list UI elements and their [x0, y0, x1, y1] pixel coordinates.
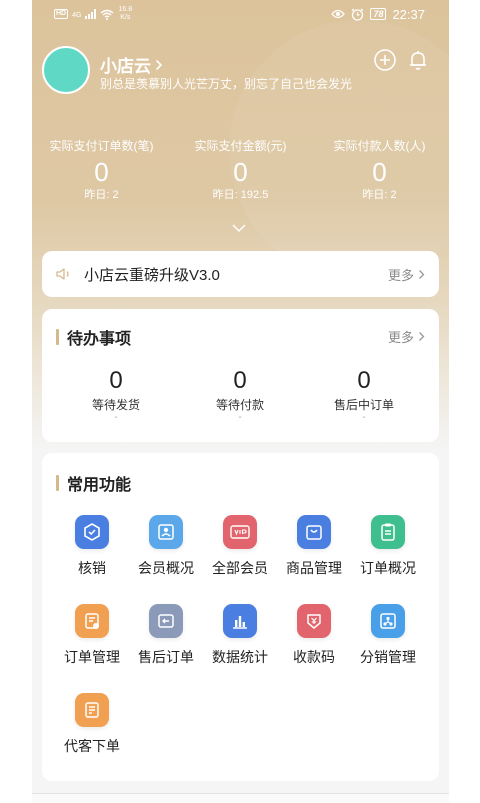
func-label: 订单概况	[360, 560, 416, 576]
func-all-members[interactable]: 全部会员	[204, 515, 276, 577]
chevron-right-icon	[155, 59, 163, 70]
todo-sub: -	[114, 412, 118, 423]
goods-bag-icon	[297, 515, 331, 549]
add-icon[interactable]	[373, 48, 397, 72]
func-distribution-manage[interactable]: 分销管理	[352, 604, 424, 666]
status-right: 78 22:37	[331, 7, 425, 22]
shop-name: 小店云	[100, 57, 151, 76]
func-label: 全部会员	[212, 560, 268, 576]
alarm-icon	[352, 8, 364, 21]
todo-sub: -	[238, 412, 242, 423]
chevron-right-icon	[419, 269, 425, 279]
more-label: 更多	[387, 330, 414, 345]
stat-paid-orders[interactable]: 实际支付订单数(笔) 0 昨日: 2	[32, 138, 171, 202]
stat-paid-amount[interactable]: 实际支付金额(元) 0 昨日: 192.5	[171, 138, 310, 202]
bottom-tab-bar	[32, 793, 449, 803]
shop-motto: 别总是羡慕别人光芒万丈，别忘了自己也会发光	[100, 77, 353, 91]
stat-label: 实际付款人数(人)	[333, 139, 426, 153]
stat-value: 0	[233, 157, 248, 187]
todo-label: 等待付款	[215, 398, 264, 412]
chevron-down-icon[interactable]	[230, 222, 248, 234]
func-member-overview[interactable]: 会员概况	[130, 515, 202, 577]
todo-more-link[interactable]: 更多	[388, 327, 425, 346]
member-overview-icon	[149, 515, 183, 549]
functions-card: 常用功能 核销 会员概况 全部会员 商品管理 订单概况 订单管理 售后订单 数据…	[42, 453, 439, 781]
func-goods-manage[interactable]: 商品管理	[278, 515, 350, 577]
func-label: 商品管理	[286, 560, 342, 576]
announcement-bar[interactable]: 小店云重磅升级V3.0 更多	[42, 251, 439, 297]
announcement-text: 小店云重磅升级V3.0	[84, 266, 220, 284]
app-screen: HD 4G 16.8 K/s 78 22:37 小店云 别总是羡慕别人光芒万丈，…	[32, 0, 449, 803]
stat-value: 0	[372, 157, 387, 187]
functions-title: 常用功能	[67, 477, 132, 494]
more-label: 更多	[387, 267, 414, 283]
chevron-right-icon	[419, 332, 425, 341]
func-label: 代客下单	[64, 738, 120, 754]
battery-icon: 78	[370, 8, 387, 20]
todo-label: 售后中订单	[333, 398, 394, 412]
stat-label: 实际支付金额(元)	[194, 139, 287, 153]
func-verify[interactable]: 核销	[56, 515, 128, 577]
func-label: 分销管理	[360, 649, 416, 665]
order-overview-icon	[371, 515, 405, 549]
avatar[interactable]	[42, 46, 90, 94]
status-bar: HD 4G 16.8 K/s 78 22:37	[32, 0, 449, 28]
distribution-icon	[371, 604, 405, 638]
sales-stats: 实际支付订单数(笔) 0 昨日: 2 实际支付金额(元) 0 昨日: 192.5…	[32, 138, 449, 210]
proxy-order-icon	[75, 693, 109, 727]
title-accent-bar	[56, 475, 59, 491]
wifi-icon	[101, 9, 114, 20]
announcement-more-link[interactable]: 更多	[388, 265, 425, 284]
func-label: 收款码	[293, 649, 335, 665]
func-label: 售后订单	[138, 649, 194, 665]
network-type: 4G	[72, 12, 82, 19]
speed-value: 16.8	[118, 6, 133, 13]
func-payment-code[interactable]: 收款码	[278, 604, 350, 666]
todo-label: 等待发货	[91, 398, 140, 412]
func-order-manage[interactable]: 订单管理	[56, 604, 128, 666]
todo-after-sale[interactable]: 0 售后中订单 -	[298, 367, 430, 423]
func-data-statistics[interactable]: 数据统计	[204, 604, 276, 666]
network-speed: 16.8 K/s	[118, 6, 132, 22]
todo-title: 待办事项	[67, 331, 132, 348]
stat-yesterday: 昨日: 2	[362, 189, 397, 201]
payment-code-icon	[297, 604, 331, 638]
todo-sub: -	[362, 412, 366, 423]
stat-label: 实际支付订单数(笔)	[49, 139, 154, 153]
clock: 22:37	[392, 6, 425, 22]
stat-value: 0	[94, 157, 109, 187]
hd-badge: HD	[54, 9, 69, 19]
func-label: 会员概况	[138, 560, 194, 576]
after-sale-icon	[149, 604, 183, 638]
functions-header: 常用功能	[56, 471, 131, 495]
todo-count: 0	[357, 367, 371, 394]
stat-yesterday: 昨日: 192.5	[212, 189, 269, 201]
title-accent-bar	[56, 329, 59, 345]
todo-header: 待办事项	[56, 325, 131, 349]
verify-icon	[75, 515, 109, 549]
func-label: 订单管理	[64, 649, 120, 665]
stat-yesterday: 昨日: 2	[84, 189, 119, 201]
signal-icon	[85, 9, 97, 19]
func-proxy-order[interactable]: 代客下单	[56, 693, 128, 755]
todo-awaiting-shipment[interactable]: 0 等待发货 -	[50, 367, 182, 423]
speed-unit: K/s	[120, 14, 131, 21]
todo-count: 0	[109, 367, 123, 394]
func-order-overview[interactable]: 订单概况	[352, 515, 424, 577]
func-label: 核销	[78, 560, 106, 576]
func-after-sale-orders[interactable]: 售后订单	[130, 604, 202, 666]
vip-card-icon	[223, 515, 257, 549]
stat-paying-customers[interactable]: 实际付款人数(人) 0 昨日: 2	[310, 138, 449, 202]
bell-icon[interactable]	[406, 48, 430, 72]
todo-card: 待办事项 更多 0 等待发货 - 0 等待付款 - 0 售后中订单 -	[42, 309, 439, 442]
shop-name-link[interactable]: 小店云	[100, 52, 163, 77]
order-manage-icon	[75, 604, 109, 638]
speaker-icon	[56, 268, 69, 280]
eye-icon	[331, 9, 346, 19]
status-left: HD 4G 16.8 K/s	[54, 6, 132, 22]
bar-chart-icon	[223, 604, 257, 638]
todo-count: 0	[233, 367, 247, 394]
todo-awaiting-payment[interactable]: 0 等待付款 -	[174, 367, 306, 423]
func-label: 数据统计	[212, 649, 268, 665]
